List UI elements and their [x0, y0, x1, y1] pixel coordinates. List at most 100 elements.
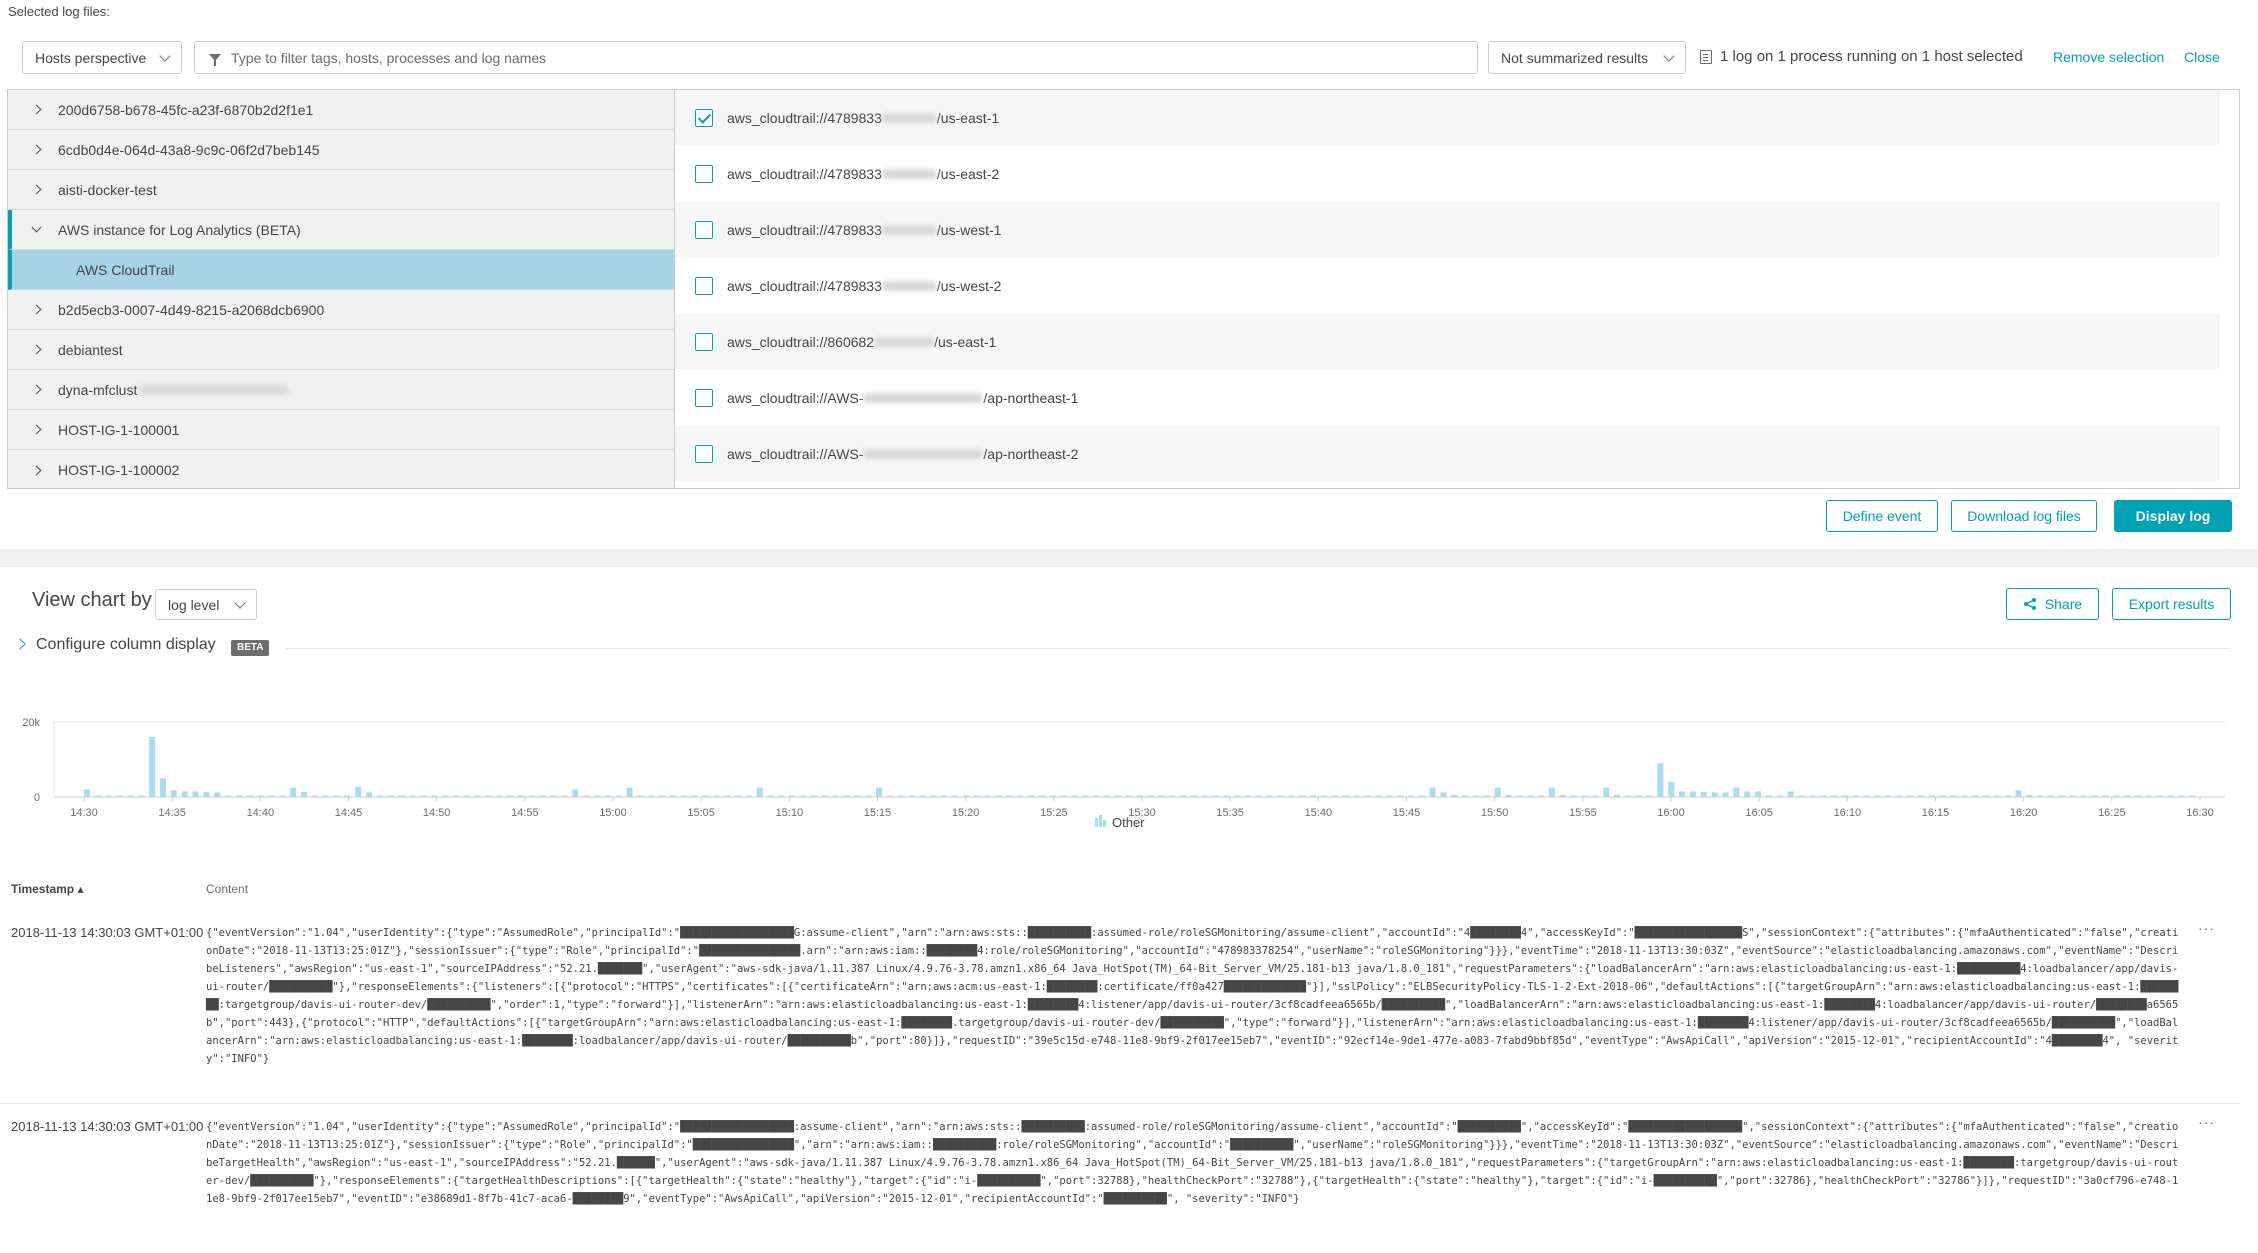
define-event-button[interactable]: Define event	[1826, 500, 1938, 532]
chart-bar	[745, 795, 752, 797]
view-chart-by-label: View chart by	[32, 589, 152, 611]
log-checkbox[interactable]	[695, 220, 713, 239]
chart-bar	[1657, 763, 1664, 798]
log-name-suffix: /ap-northeast-1	[983, 389, 1079, 406]
x-tick-label: 14:55	[511, 807, 539, 819]
close-link[interactable]: Close	[2184, 49, 2220, 65]
process-row-selected[interactable]: AWS CloudTrail	[8, 250, 674, 290]
chart-bar	[1407, 795, 1414, 797]
log-checkbox[interactable]	[695, 388, 713, 407]
row-content[interactable]: {"eventVersion":"1.04","userIdentity":{"…	[206, 924, 2181, 1068]
redacted-text	[881, 168, 937, 179]
y-tick-label: 0	[34, 792, 40, 804]
chart-bar	[2178, 795, 2185, 797]
x-tick-label: 15:15	[864, 807, 892, 819]
summary-dropdown[interactable]: Not summarized results	[1488, 41, 1686, 74]
host-row[interactable]: debiantest	[8, 330, 674, 370]
chart-bar	[1592, 795, 1599, 797]
chart-bar	[1928, 795, 1935, 797]
chart-bar	[1581, 795, 1588, 797]
scrollbar[interactable]	[2230, 89, 2240, 489]
chart-bar	[778, 795, 785, 797]
chart-bar	[1266, 795, 1273, 797]
log-file-row[interactable]: aws_cloudtrail://4789833 /us-west-1	[675, 202, 2220, 257]
chart-bar	[1180, 795, 1186, 797]
row-menu-icon[interactable]: ···	[2198, 1114, 2215, 1130]
remove-selection-link[interactable]: Remove selection	[2053, 49, 2164, 65]
log-name-prefix: aws_cloudtrail://4789833	[727, 221, 882, 238]
host-label: 200d6758-b678-45fc-a23f-6870b2d2f1e1	[58, 101, 314, 118]
host-row[interactable]: 200d6758-b678-45fc-a23f-6870b2d2f1e1	[8, 90, 674, 130]
host-row[interactable]: aisti-docker-test	[8, 170, 674, 210]
log-file-row[interactable]: aws_cloudtrail://AWS- /ap-northeast-1	[675, 370, 2220, 425]
filter-icon	[209, 54, 221, 66]
chart-bar	[1375, 795, 1382, 797]
download-log-files-button[interactable]: Download log files	[1951, 500, 2097, 532]
redacted-text	[863, 392, 984, 403]
host-row[interactable]: HOST-IG-1-100002	[8, 450, 674, 490]
redacted-text	[881, 280, 937, 291]
log-name-suffix: /us-east-1	[936, 109, 1000, 126]
chart-bar	[691, 795, 698, 797]
log-file-row[interactable]: aws_cloudtrail://4789833 /us-east-2	[675, 146, 2220, 201]
row-timestamp: 2018-11-13 14:30:03 GMT+01:00	[11, 925, 204, 940]
chevron-right-icon	[31, 104, 42, 115]
display-log-button[interactable]: Display log	[2114, 500, 2232, 532]
configure-column-display-toggle[interactable]: Configure column display	[36, 636, 216, 654]
chart-bar	[1190, 795, 1197, 797]
x-tick-label: 15:50	[1481, 807, 1509, 819]
chart-bar	[1006, 795, 1013, 797]
timestamp-column-header[interactable]: Timestamp ▴	[11, 882, 84, 896]
chart-bar	[1462, 795, 1469, 797]
host-label: dyna-mfclust	[58, 381, 138, 398]
log-file-row[interactable]: aws_cloudtrail://AWS- /ap-northeast-2	[675, 426, 2220, 481]
log-checkbox[interactable]	[695, 444, 713, 463]
log-name-prefix: aws_cloudtrail://860682	[727, 333, 875, 350]
host-row[interactable]: 6cdb0d4e-064d-43a8-9c9c-06f2d7beb145	[8, 130, 674, 170]
chart-bar	[1635, 795, 1642, 797]
chart-bar	[963, 795, 969, 797]
chart-bar	[170, 790, 177, 798]
log-checkbox[interactable]	[695, 276, 713, 295]
host-row-expanded[interactable]: AWS instance for Log Analytics (BETA)	[8, 210, 674, 250]
log-checkbox[interactable]	[695, 164, 713, 183]
export-results-button[interactable]: Export results	[2112, 588, 2231, 620]
chart-bar	[887, 795, 893, 797]
chart-bar	[1093, 795, 1100, 797]
share-button[interactable]: Share	[2006, 588, 2099, 620]
x-tick-label: 15:00	[599, 807, 627, 819]
row-menu-icon[interactable]: ···	[2198, 920, 2215, 936]
x-tick-label: 16:30	[2186, 807, 2214, 819]
chart-bar	[811, 795, 817, 797]
chart-bar	[2134, 795, 2141, 797]
log-file-row[interactable]: aws_cloudtrail://860682 /us-east-1	[675, 314, 2220, 369]
chart-bar	[409, 795, 416, 797]
chart-bar	[1961, 795, 1968, 797]
chart-bar	[94, 795, 101, 797]
chart-bar	[301, 791, 307, 798]
chart-by-dropdown[interactable]: log level	[155, 589, 257, 620]
row-content[interactable]: {"eventVersion":"1.04","userIdentity":{"…	[206, 1118, 2181, 1208]
chevron-right-icon[interactable]	[14, 638, 26, 650]
host-label: b2d5ecb3-0007-4d49-8215-a2068dcb6900	[58, 301, 325, 318]
host-label: aisti-docker-test	[58, 181, 157, 198]
log-checkbox[interactable]	[695, 332, 713, 351]
log-checkbox[interactable]	[695, 108, 713, 127]
chart-bar	[1841, 795, 1848, 797]
log-file-row[interactable]: aws_cloudtrail://4789833 /us-west-2	[675, 258, 2220, 313]
chart-bar	[930, 795, 937, 797]
log-file-row[interactable]: aws_cloudtrail://4789833 /us-east-1	[675, 90, 2220, 145]
row-divider	[0, 1103, 2240, 1104]
x-tick-label: 14:40	[247, 807, 275, 819]
legend-swatch	[1099, 815, 1102, 827]
chart-y-axis: 20k 0	[22, 717, 40, 804]
host-row[interactable]: b2d5ecb3-0007-4d49-8215-a2068dcb6900	[8, 290, 674, 330]
perspective-dropdown[interactable]: Hosts perspective	[22, 41, 182, 74]
filter-input[interactable]: Type to filter tags, hosts, processes an…	[194, 41, 1478, 74]
chart-bar	[572, 789, 579, 797]
host-row[interactable]: HOST-IG-1-100001	[8, 410, 674, 450]
row-timestamp: 2018-11-13 14:30:03 GMT+01:00	[11, 1119, 204, 1134]
share-icon	[2023, 598, 2036, 610]
chart-bar	[485, 795, 492, 797]
host-row[interactable]: dyna-mfclust	[8, 370, 674, 410]
